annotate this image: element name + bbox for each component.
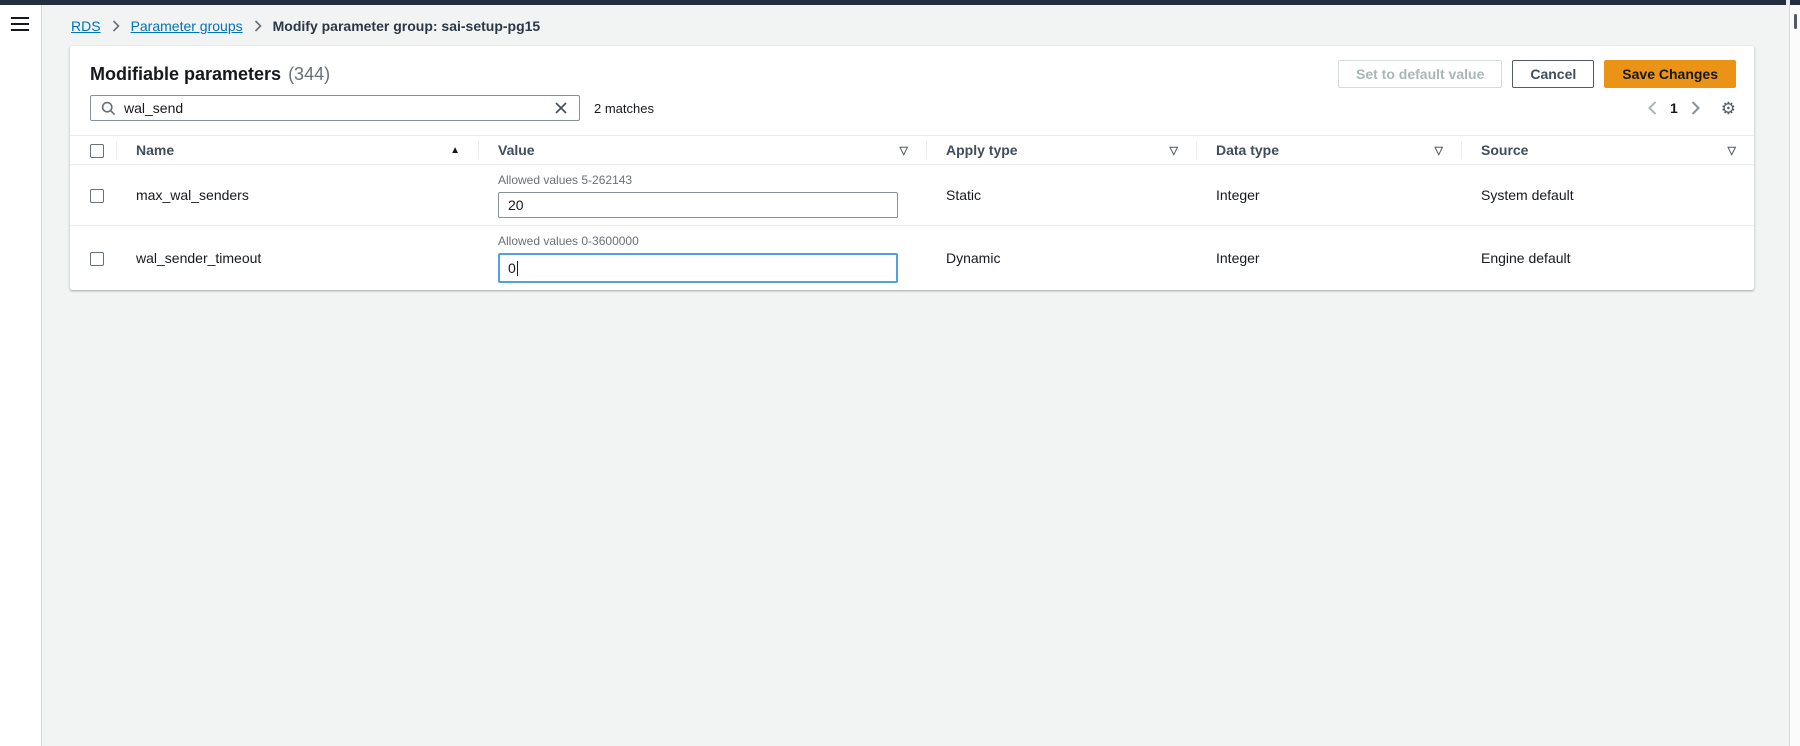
scrollbar-track[interactable] xyxy=(1789,5,1800,746)
search-icon xyxy=(101,101,116,116)
filter-icon[interactable]: ▽ xyxy=(1170,144,1178,157)
page-title: Modifiable parameters xyxy=(90,64,281,85)
preferences-gear-icon[interactable]: ⚙ xyxy=(1721,100,1736,117)
apply-type-value: Dynamic xyxy=(926,226,1196,291)
save-changes-button[interactable]: Save Changes xyxy=(1604,60,1736,88)
collapsed-sidebar xyxy=(0,5,42,746)
modifiable-parameters-card: Modifiable parameters (344) Set to defau… xyxy=(70,46,1754,290)
select-all-checkbox[interactable] xyxy=(90,144,104,158)
window-top-edge-gap xyxy=(1786,0,1790,5)
filter-icon[interactable]: ▽ xyxy=(1728,144,1736,157)
parameters-table: Name▲ Value▽ Apply type▽ Data type▽ Sour… xyxy=(70,135,1754,290)
column-header-source[interactable]: Source▽ xyxy=(1461,136,1754,165)
action-buttons: Set to default value Cancel Save Changes xyxy=(1338,60,1736,88)
window-top-edge xyxy=(0,0,1800,5)
column-header-value[interactable]: Value▽ xyxy=(478,136,926,165)
filter-icon[interactable]: ▽ xyxy=(1435,144,1443,157)
table-header-row: Name▲ Value▽ Apply type▽ Data type▽ Sour… xyxy=(70,136,1754,165)
sort-ascending-icon[interactable]: ▲ xyxy=(450,145,460,156)
main-content: RDS Parameter groups Modify parameter gr… xyxy=(43,5,1789,746)
parameter-count: (344) xyxy=(288,64,330,85)
allowed-values-hint: Allowed values 5-262143 xyxy=(498,173,908,187)
scrollbar-thumb[interactable] xyxy=(1794,14,1797,29)
value-input[interactable] xyxy=(498,192,898,218)
previous-page-icon[interactable] xyxy=(1641,97,1664,119)
source-value: Engine default xyxy=(1461,226,1754,291)
breadcrumb-link-rds[interactable]: RDS xyxy=(71,18,101,34)
filter-icon[interactable]: ▽ xyxy=(900,144,908,157)
breadcrumb-current-page: Modify parameter group: sai-setup-pg15 xyxy=(273,18,541,34)
match-count: 2 matches xyxy=(594,101,654,116)
column-header-apply-type[interactable]: Apply type▽ xyxy=(926,136,1196,165)
source-value: System default xyxy=(1461,165,1754,226)
breadcrumb: RDS Parameter groups Modify parameter gr… xyxy=(71,18,540,34)
parameter-name: wal_sender_timeout xyxy=(116,226,478,291)
search-query-text: wal_send xyxy=(124,100,553,116)
hamburger-menu-icon[interactable] xyxy=(11,17,29,31)
parameter-name: max_wal_senders xyxy=(116,165,478,226)
set-to-default-button[interactable]: Set to default value xyxy=(1338,60,1502,88)
cancel-button[interactable]: Cancel xyxy=(1512,60,1594,88)
pagination: 1 ⚙ xyxy=(1641,97,1736,119)
column-header-data-type[interactable]: Data type▽ xyxy=(1196,136,1461,165)
breadcrumb-chevron-icon xyxy=(112,20,120,32)
value-input-text: 0 xyxy=(508,260,516,276)
breadcrumb-chevron-icon xyxy=(254,20,262,32)
page-number[interactable]: 1 xyxy=(1664,100,1684,116)
next-page-icon[interactable] xyxy=(1684,97,1707,119)
parameter-search-input[interactable]: wal_send xyxy=(90,95,580,121)
apply-type-value: Static xyxy=(926,165,1196,226)
data-type-value: Integer xyxy=(1196,226,1461,291)
breadcrumb-link-parameter-groups[interactable]: Parameter groups xyxy=(131,18,243,34)
value-input[interactable]: 0 xyxy=(498,253,898,283)
table-row: max_wal_senders Allowed values 5-262143 … xyxy=(70,165,1754,226)
allowed-values-hint: Allowed values 0-3600000 xyxy=(498,234,908,248)
data-type-value: Integer xyxy=(1196,165,1461,226)
column-header-name[interactable]: Name▲ xyxy=(116,136,478,165)
text-cursor xyxy=(517,261,518,276)
row-checkbox[interactable] xyxy=(90,189,104,203)
table-row: wal_sender_timeout Allowed values 0-3600… xyxy=(70,226,1754,291)
clear-search-icon[interactable] xyxy=(553,100,569,116)
row-checkbox[interactable] xyxy=(90,252,104,266)
